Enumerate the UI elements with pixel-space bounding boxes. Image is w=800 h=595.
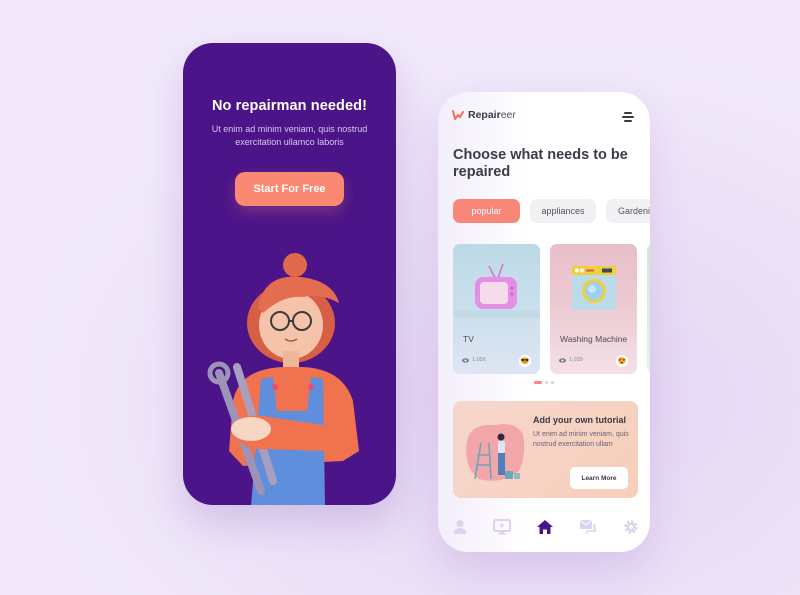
tutorial-subtitle: Ut enim ad minim veniam, quis nostrud ex… [533, 431, 629, 448]
emoji-badge[interactable]: 😎 [519, 355, 531, 367]
eye-icon [462, 357, 469, 363]
view-count-value: 1,039 [569, 357, 583, 363]
view-count: 1,039 [559, 357, 583, 363]
carousel-dot[interactable] [534, 381, 542, 384]
view-count: 1,056 [462, 357, 486, 363]
onboarding-screen: No repairman needed! Ut enim ad minim ve… [183, 43, 396, 505]
nav-settings[interactable] [622, 518, 640, 536]
woman-with-wrenches-illustration [207, 253, 359, 505]
start-for-free-button[interactable]: Start For Free [235, 172, 344, 206]
card-washing-machine[interactable]: Washing Machine 1,039 😍 [550, 244, 637, 374]
chat-icon [580, 520, 596, 534]
carousel-indicator [534, 381, 554, 384]
tutorial-title: Add your own tutorial [533, 415, 626, 425]
bottom-nav [438, 516, 650, 540]
nav-home[interactable] [536, 518, 554, 536]
onboarding-subtitle: Ut enim ad minim veniam, quis nostrud ex… [211, 124, 368, 147]
chip-appliances[interactable]: appliances [530, 199, 596, 223]
card-next-peek[interactable] [647, 244, 650, 374]
video-icon [493, 519, 511, 535]
nav-messages[interactable] [579, 518, 597, 536]
category-chips: popular appliances Gardening [453, 199, 650, 223]
view-count-value: 1,056 [472, 357, 486, 363]
emoji-badge[interactable]: 😍 [616, 355, 628, 367]
learn-more-button[interactable]: Learn More [570, 467, 628, 489]
painter-illustration [466, 424, 525, 481]
chip-popular[interactable]: popular [453, 199, 520, 223]
gear-icon [624, 520, 638, 534]
chip-gardening[interactable]: Gardening [606, 199, 650, 223]
home-icon [537, 520, 553, 534]
app-logo[interactable]: Repaireer [452, 109, 516, 121]
logo-text-bold: Repair [468, 109, 501, 121]
nav-videos[interactable] [493, 518, 511, 536]
onboarding-title: No repairman needed! [211, 98, 368, 114]
home-screen: Repaireer Choose what needs to be repair… [438, 92, 650, 552]
repair-cards-carousel: TV 1,056 😎 Washing Machine 1,039 😍 [453, 244, 650, 374]
page-title: Choose what needs to be repaired [453, 147, 628, 180]
washing-machine-icon [572, 266, 616, 310]
card-title: TV [463, 334, 474, 344]
carousel-dot[interactable] [551, 381, 554, 384]
card-tv[interactable]: TV 1,056 😎 [453, 244, 540, 374]
card-title: Washing Machine [560, 334, 628, 344]
user-icon [453, 520, 467, 534]
logo-text-light: eer [500, 109, 516, 121]
carousel-dot[interactable] [545, 381, 548, 384]
logo-icon [452, 110, 464, 120]
tv-icon [453, 263, 540, 318]
tutorial-banner: Add your own tutorial Ut enim ad minim v… [453, 401, 638, 498]
menu-icon[interactable] [622, 112, 634, 122]
eye-icon [559, 357, 566, 363]
nav-profile[interactable] [451, 518, 469, 536]
